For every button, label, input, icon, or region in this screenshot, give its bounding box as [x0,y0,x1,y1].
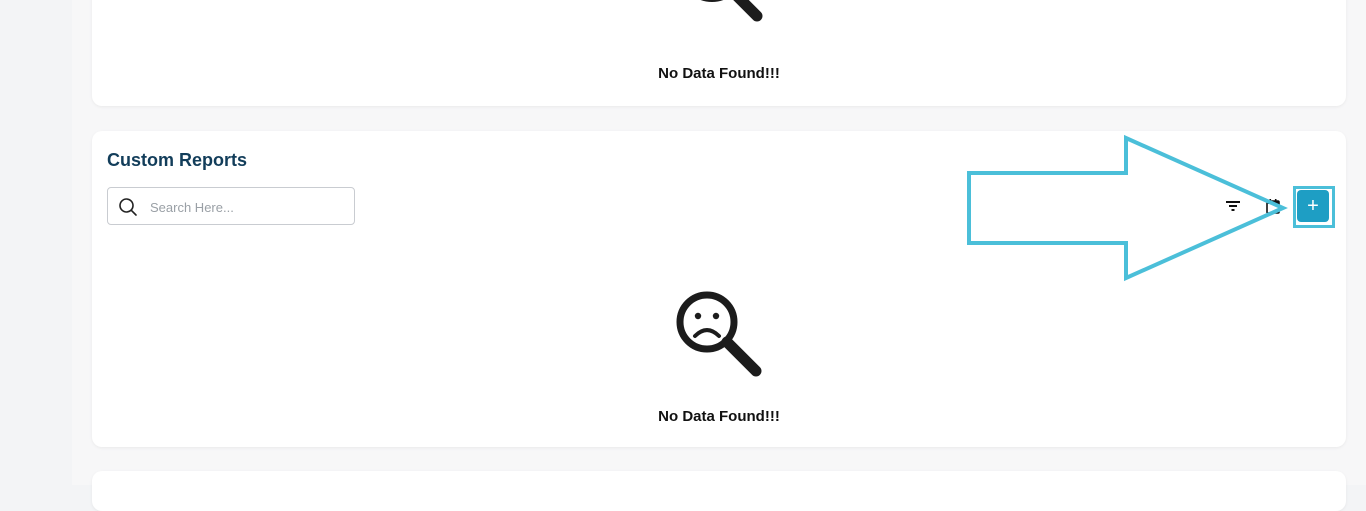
filter-button[interactable] [1220,193,1246,219]
empty-state-text: No Data Found!!! [658,65,780,82]
sad-magnifier-icon [700,0,763,22]
search-input[interactable] [148,196,347,218]
filter-icon [1226,201,1240,211]
sad-magnifier-icon [676,291,762,377]
add-report-button[interactable]: + [1297,190,1329,222]
custom-reports-card: Custom Reports + No Data Found!!! [92,131,1346,447]
search-box[interactable] [107,187,355,225]
sidebar [0,0,72,485]
calendar-icon [1266,199,1280,214]
previous-report-card: No Data Found!!! [92,0,1346,106]
next-card [92,471,1346,511]
empty-state-text: No Data Found!!! [658,408,780,425]
section-title: Custom Reports [107,150,248,170]
search-icon [119,198,137,216]
calendar-button[interactable] [1260,193,1286,219]
